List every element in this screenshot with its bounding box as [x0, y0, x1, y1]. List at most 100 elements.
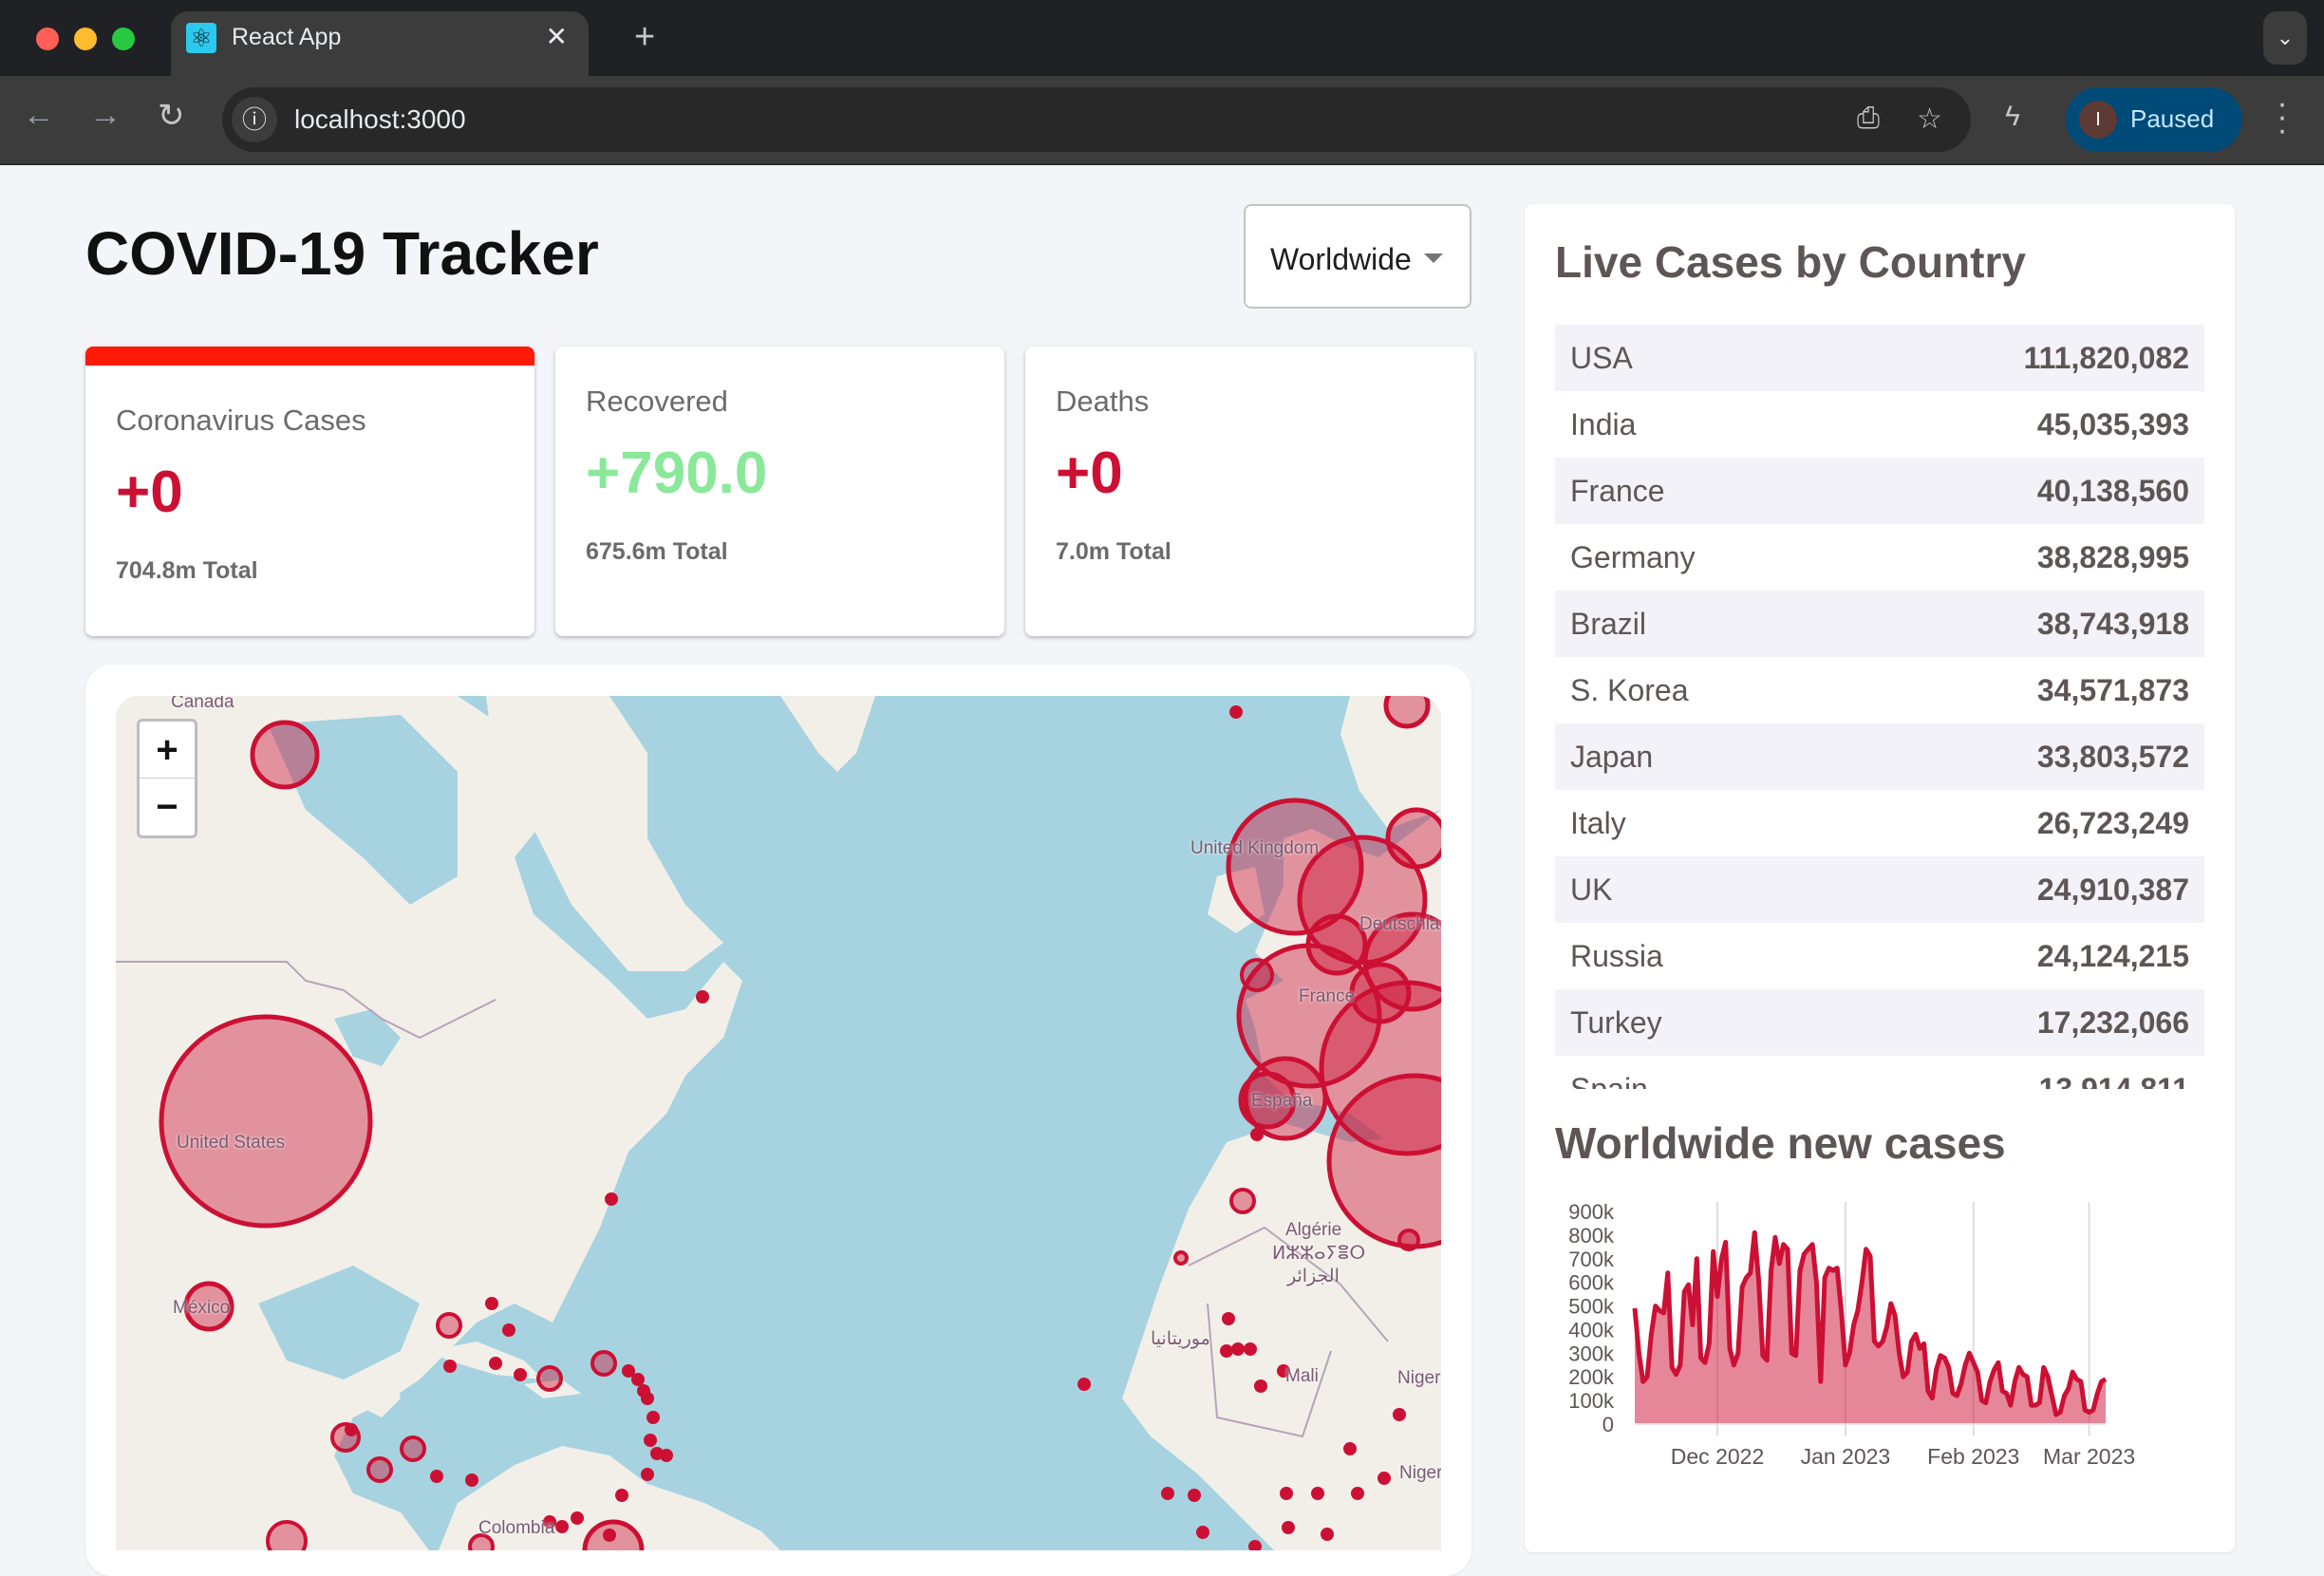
case-dot[interactable] [1196, 1526, 1209, 1539]
case-dot[interactable] [514, 1368, 527, 1381]
case-circle[interactable] [1385, 807, 1441, 870]
case-dot[interactable] [465, 1473, 478, 1487]
case-dot[interactable] [647, 1411, 660, 1424]
country-table[interactable]: USA 111,820,082 India 45,035,393 France 40,13… [1555, 325, 2204, 1089]
install-app-icon[interactable]: ⎙ [1857, 103, 1880, 135]
country-cases: 38,743,918 [2036, 606, 2189, 641]
avatar: I [2079, 101, 2117, 139]
map-label-mexico: México [173, 1298, 231, 1318]
back-arrow-icon[interactable]: ← [23, 97, 55, 134]
country-name: Turkey [1570, 1004, 1662, 1040]
case-dot[interactable] [555, 1520, 569, 1533]
case-dot[interactable] [615, 1489, 628, 1502]
case-dot[interactable] [644, 1434, 657, 1447]
case-dot[interactable] [571, 1511, 584, 1525]
map-zoom-in-button[interactable]: + [140, 722, 195, 779]
case-dot[interactable] [1378, 1472, 1391, 1485]
site-info-icon[interactable]: ⓘ [232, 97, 277, 142]
case-dot[interactable] [1078, 1378, 1091, 1391]
case-dot[interactable] [1311, 1487, 1324, 1500]
case-dot[interactable] [1222, 1312, 1235, 1325]
case-dot[interactable] [605, 1192, 618, 1206]
case-dot[interactable] [641, 1392, 654, 1405]
case-dot[interactable] [1393, 1408, 1406, 1421]
forward-arrow-icon[interactable]: → [89, 97, 122, 134]
case-circle[interactable] [436, 1312, 462, 1339]
case-dot[interactable] [1188, 1489, 1201, 1502]
case-dot[interactable] [1280, 1487, 1293, 1500]
case-dot[interactable] [1231, 1342, 1245, 1356]
browser-tab[interactable]: ⚛ React App ✕ [171, 11, 589, 76]
case-dot[interactable] [1244, 1342, 1257, 1356]
country-cases: 33,803,572 [2036, 739, 2189, 774]
tab-search-chevron-icon[interactable]: ⌄ [2263, 11, 2307, 65]
case-dot[interactable] [1220, 1344, 1233, 1358]
case-dot[interactable] [1229, 705, 1243, 719]
url-text[interactable]: localhost:3000 [294, 104, 466, 135]
case-dot[interactable] [631, 1373, 645, 1386]
case-dot[interactable] [1282, 1521, 1295, 1534]
world-map[interactable]: + − Canada United States México United K… [116, 696, 1441, 1550]
case-circle[interactable] [536, 1365, 563, 1392]
info-card-recovered[interactable]: Recovered +790.0 675.6m Total [555, 347, 1004, 636]
case-dot[interactable] [1250, 1128, 1264, 1141]
case-circle[interactable] [1229, 1188, 1256, 1214]
case-dot[interactable] [1248, 1540, 1262, 1550]
case-dot[interactable] [696, 990, 709, 1004]
case-circle[interactable] [1173, 1250, 1189, 1266]
address-bar[interactable]: ⓘ localhost:3000 ⎙ ☆ [222, 87, 1971, 152]
x-tick-label: Mar 2023 [2043, 1444, 2135, 1469]
y-tick-label: 800k [1568, 1224, 1615, 1248]
case-circle[interactable] [590, 1350, 617, 1377]
case-dot[interactable] [1161, 1487, 1174, 1500]
case-dot[interactable] [660, 1449, 673, 1462]
bookmark-star-icon[interactable]: ☆ [1917, 103, 1942, 136]
case-circle[interactable] [250, 720, 320, 790]
country-name: UK [1570, 872, 1613, 907]
profile-button[interactable]: I Paused [2066, 87, 2242, 152]
case-dot[interactable] [1254, 1379, 1267, 1393]
x-tick-label: Dec 2022 [1671, 1444, 1764, 1469]
case-dot[interactable] [345, 1423, 358, 1436]
case-circle[interactable] [266, 1520, 308, 1550]
map-zoom-out-button[interactable]: − [140, 779, 195, 835]
case-circle[interactable] [1397, 1229, 1420, 1251]
info-card-cases[interactable]: Coronavirus Cases +0 704.8m Total [85, 347, 534, 636]
case-dot[interactable] [1343, 1442, 1357, 1455]
case-dot[interactable] [502, 1323, 515, 1337]
case-dot[interactable] [1321, 1528, 1334, 1541]
case-circle[interactable] [366, 1456, 393, 1483]
country-cases: 34,571,873 [2036, 672, 2189, 707]
info-card-deaths[interactable]: Deaths +0 7.0m Total [1025, 347, 1474, 636]
window-close-button[interactable] [36, 28, 59, 50]
selected-indicator [85, 347, 534, 366]
country-select[interactable]: Worldwide [1244, 204, 1471, 309]
case-circle[interactable] [1383, 696, 1431, 729]
case-circle[interactable] [159, 1014, 373, 1229]
case-dot[interactable] [485, 1297, 498, 1310]
more-menu-icon[interactable]: · · · [2273, 87, 2292, 146]
country-name: S. Korea [1570, 672, 1689, 707]
y-tick-label: 100k [1568, 1389, 1615, 1413]
case-dot[interactable] [489, 1357, 502, 1370]
y-tick-label: 400k [1568, 1318, 1615, 1341]
new-tab-button[interactable]: + [634, 17, 655, 58]
x-tick-label: Feb 2023 [1927, 1444, 2019, 1469]
case-dot[interactable] [1351, 1487, 1364, 1500]
case-dot[interactable] [430, 1470, 443, 1483]
case-dot[interactable] [641, 1468, 654, 1481]
reload-icon[interactable]: ↻ [158, 97, 185, 135]
table-row: Spain 13,914,811 [1555, 1056, 2204, 1090]
performance-leaf-icon[interactable]: ϟ [2005, 101, 2020, 133]
window-maximize-button[interactable] [112, 28, 135, 50]
country-name: Spain [1570, 1071, 1648, 1090]
country-cases: 45,035,393 [2036, 406, 2189, 441]
close-tab-icon[interactable]: ✕ [546, 21, 568, 52]
map-label-nigeria: Nigeria [1399, 1463, 1441, 1483]
case-dot[interactable] [603, 1529, 616, 1542]
map-label-niger: Niger [1397, 1368, 1441, 1388]
window-minimize-button[interactable] [74, 28, 97, 50]
map-label-algeria-arabic: الجزائر [1287, 1266, 1340, 1286]
case-circle[interactable] [400, 1435, 426, 1462]
case-dot[interactable] [443, 1360, 457, 1373]
